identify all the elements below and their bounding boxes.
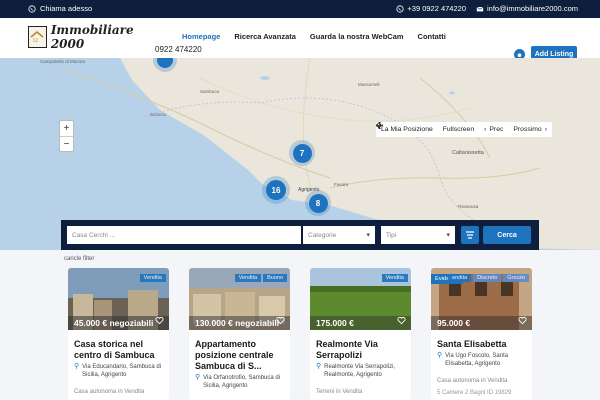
svg-text:Favara: Favara [334,182,349,187]
next-button[interactable]: Prossimo › [508,122,552,137]
chevron-left-icon: ‹ [484,126,487,133]
heart-icon[interactable] [518,316,527,325]
condition-badge: Buono [263,274,287,282]
search-text-input[interactable]: Casa Cerchi ... [67,226,301,244]
listing-title[interactable]: Appartamento posizione centrale Sambuca … [195,339,285,372]
prev-button[interactable]: ‹ Prec [479,122,508,137]
listing-title[interactable]: Casa storica nel centro di Sambuca [74,339,164,361]
status-badge: Vendita [139,274,166,282]
cluster-count: 8 [308,193,328,213]
my-position-button[interactable]: La Mia Posizione [376,122,438,137]
map-cluster-7[interactable]: 7 [289,140,315,166]
listing-price: 45.000 € negoziabili [74,318,154,328]
filter-toggle-button[interactable] [461,226,479,244]
listing-title[interactable]: Santa Elisabetta [437,339,527,350]
listing-address-text: Via Orfanotrofio, Sambuca di Sicilia, Ag… [203,375,281,389]
map-cluster-8[interactable]: 8 [305,190,331,216]
listing-address-text: Via Ugo Foscolo, Santa Elisabetta, Agrig… [445,353,509,367]
call-now-label: Chiama adesso [40,4,93,13]
location-pin-icon: ⚲ [74,363,80,370]
phone-number: +39 0922 474220 [407,4,466,13]
status-badge: endita [448,274,472,282]
map-cluster-16[interactable]: 16 [262,176,290,204]
fullscreen-icon [376,122,383,129]
svg-text:Mussomeli: Mussomeli [358,82,380,87]
listing-address: ⚲ Via Ugo Foscolo, Santa Elisabetta, Agr… [437,352,529,368]
listing-category: Terreni in Vendita [316,389,363,395]
listing-category: Casa autonoma in Vendita [437,378,508,384]
heart-icon[interactable] [276,316,285,325]
listing-address-text: Realmonte Via Serrapolizi, Realmonte, Ag… [324,364,396,378]
listing-address: ⚲ Realmonte Via Serrapolizi, Realmonte, … [316,363,408,379]
nav-contacts[interactable]: Contatti [418,32,446,41]
main-header: I2 Immobiliare 2000 Homepage Ricerca Ava… [0,18,600,63]
location-pin-icon: ⚲ [437,352,443,359]
location-pin-icon: ⚲ [316,363,322,370]
listing-features: 5 Camere 2 Bagni ID 19829 [437,390,512,396]
location-pin-icon: ⚲ [195,374,201,381]
filter-icon [466,231,474,239]
cancel-filter-link[interactable]: cancle filter [64,256,94,262]
header-phone: 0922 474220 [153,45,204,54]
cluster-count [157,58,173,68]
listing-address-text: Via Educandario, Sambuca di Sicilia, Agr… [82,364,162,378]
type-select[interactable]: Tipi [381,226,455,244]
listing-title[interactable]: Realmonte Via Serrapolizi [316,339,406,361]
prev-label: Prec [489,126,504,133]
svg-text:Sciacca: Sciacca [150,112,166,117]
svg-text:I2: I2 [33,38,38,44]
main-nav: Homepage Ricerca Avanzata Guarda la nost… [182,32,446,41]
listing-price: 175.000 € [316,318,354,328]
call-now-link[interactable]: Chiama adesso [28,4,92,13]
logo-house-icon: I2 [28,26,47,48]
phone-link[interactable]: +39 0922 474220 [396,4,466,13]
whatsapp-icon [396,4,404,13]
listing-card[interactable]: Vendita 45.000 € negoziabili Casa storic… [68,268,169,400]
map-controls: La Mia Posizione Fullscreen ‹ Prec Pross… [376,122,552,137]
listing-card[interactable]: Vendita 175.000 € Realmonte Via Serrapol… [310,268,411,400]
chevron-right-icon: › [544,126,547,133]
listing-category: Casa autonoma in Vendita [74,389,145,395]
listing-price: 130.000 € negoziabili [195,318,280,328]
finish-badge: Grezzo [503,274,529,282]
top-bar: Chiama adesso +39 0922 474220 info@immob… [0,0,600,18]
envelope-icon [476,6,484,11]
cluster-count: 7 [292,143,312,163]
status-badge: Vendita [234,274,262,282]
heart-icon[interactable] [397,316,406,325]
status-badge: Vendita [381,274,408,282]
listing-address: ⚲ Via Educandario, Sambuca di Sicilia, A… [74,363,166,379]
email-link[interactable]: info@immobiliare2000.com [476,4,578,13]
heart-icon[interactable] [155,316,164,325]
cluster-count: 16 [266,180,286,200]
svg-text:Ravanusa: Ravanusa [458,204,479,209]
fullscreen-button[interactable]: Fullscreen [376,122,479,137]
site-logo[interactable]: I2 Immobiliare 2000 [28,23,152,51]
next-label: Prossimo [513,126,542,133]
svg-text:Caltanissetta: Caltanissetta [452,150,485,156]
search-submit-button[interactable]: Cerca [483,226,531,244]
listing-address: ⚲ Via Orfanotrofio, Sambuca di Sicilia, … [195,374,287,390]
nav-advanced-search[interactable]: Ricerca Avanzata [234,32,296,41]
listing-price: 95.000 € [437,318,471,328]
search-bar: Casa Cerchi ... Categorie Tipi Cerca [61,220,539,250]
listing-card[interactable]: Evidenza endita Discreto Grezzo 95.000 €… [431,268,532,400]
zoom-out-button[interactable]: − [60,136,73,151]
nav-webcam[interactable]: Guarda la nostra WebCam [310,32,404,41]
zoom-in-button[interactable]: + [60,121,73,136]
fullscreen-label: Fullscreen [442,126,475,133]
nav-homepage[interactable]: Homepage [182,32,220,41]
email-address: info@immobiliare2000.com [487,4,578,13]
my-position-label: La Mia Posizione [381,126,433,133]
whatsapp-icon [28,4,36,13]
svg-text:Sambuca: Sambuca [200,89,220,94]
category-select[interactable]: Categorie [303,226,375,244]
svg-text:Campobello di Mazara: Campobello di Mazara [40,59,86,64]
logo-text: Immobiliare 2000 [50,23,134,51]
listing-card[interactable]: Vendita Buono 130.000 € negoziabili Appa… [189,268,290,400]
map-zoom-control: + − [59,120,74,152]
condition-badge: Discreto [473,274,502,282]
